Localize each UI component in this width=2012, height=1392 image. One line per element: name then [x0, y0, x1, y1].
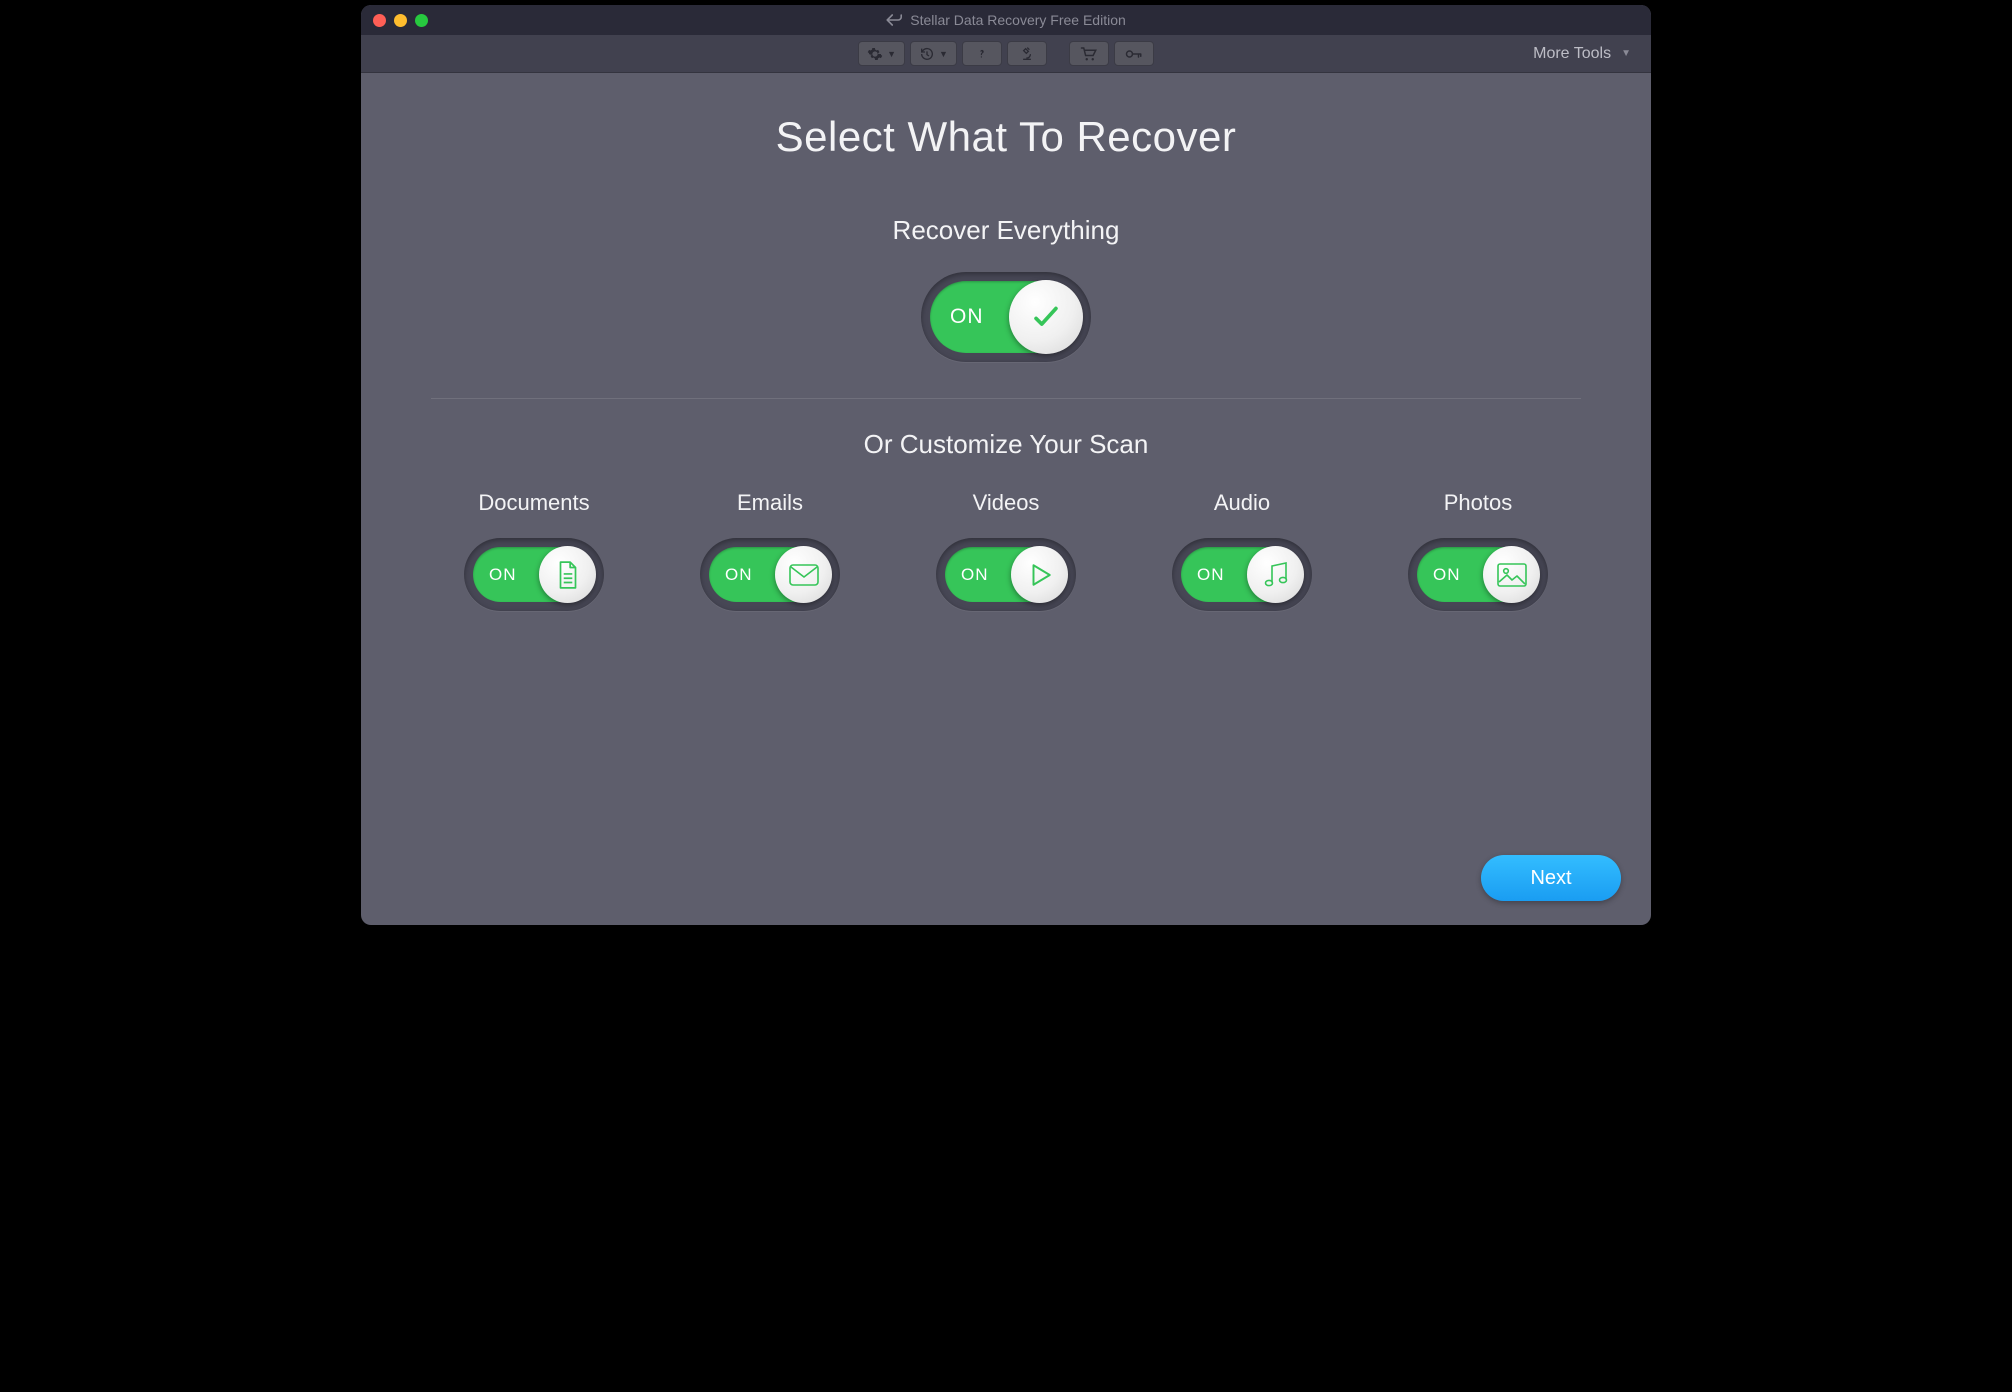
recover-everything-toggle[interactable]: ON [921, 272, 1091, 362]
gear-icon [867, 46, 883, 62]
toolbar-group-main: ▼ ▼ [858, 41, 1047, 66]
category-photos: Photos ON [1365, 490, 1591, 611]
image-icon [1496, 562, 1528, 588]
history-icon [919, 46, 935, 62]
close-window-button[interactable] [373, 14, 386, 27]
key-icon [1125, 46, 1143, 62]
category-label-documents: Documents [478, 490, 589, 516]
category-label-photos: Photos [1444, 490, 1513, 516]
category-documents: Documents ON [421, 490, 647, 611]
zoom-window-button[interactable] [415, 14, 428, 27]
photos-toggle[interactable]: ON [1408, 538, 1548, 611]
envelope-icon [788, 563, 820, 587]
next-button[interactable]: Next [1481, 855, 1621, 901]
titlebar: Stellar Data Recovery Free Edition [361, 5, 1651, 35]
main-content: Select What To Recover Recover Everythin… [361, 73, 1651, 925]
category-videos: Videos ON [893, 490, 1119, 611]
category-label-videos: Videos [973, 490, 1040, 516]
traffic-lights [373, 14, 428, 27]
document-icon [555, 560, 581, 590]
toggle-on-label: ON [1433, 565, 1461, 585]
divider [431, 398, 1581, 399]
more-tools-label: More Tools [1533, 45, 1611, 63]
category-row: Documents ON Emails [421, 490, 1591, 611]
music-note-icon [1262, 560, 1290, 590]
app-window: Stellar Data Recovery Free Edition ▼ ▼ [361, 5, 1651, 925]
videos-toggle[interactable]: ON [936, 538, 1076, 611]
category-audio: Audio ON [1129, 490, 1355, 611]
customize-scan-label: Or Customize Your Scan [411, 429, 1601, 460]
audio-toggle[interactable]: ON [1172, 538, 1312, 611]
toggle-on-label: ON [1197, 565, 1225, 585]
toggle-on-label: ON [961, 565, 989, 585]
play-icon [1027, 561, 1053, 589]
check-icon [1029, 300, 1063, 334]
page-title: Select What To Recover [411, 113, 1601, 161]
microscope-icon [1019, 46, 1035, 62]
window-title: Stellar Data Recovery Free Edition [886, 12, 1126, 28]
category-label-audio: Audio [1214, 490, 1270, 516]
category-emails: Emails ON [657, 490, 883, 611]
toolbar: ▼ ▼ [361, 35, 1651, 73]
history-button[interactable]: ▼ [910, 41, 957, 66]
toggle-on-label: ON [489, 565, 517, 585]
chevron-down-icon: ▼ [1621, 48, 1631, 59]
microscope-button[interactable] [1007, 41, 1047, 66]
window-title-text: Stellar Data Recovery Free Edition [910, 12, 1126, 28]
minimize-window-button[interactable] [394, 14, 407, 27]
question-icon [975, 46, 989, 62]
cart-button[interactable] [1069, 41, 1109, 66]
documents-toggle[interactable]: ON [464, 538, 604, 611]
toggle-on-label: ON [950, 305, 984, 329]
dropdown-caret-icon: ▼ [887, 49, 896, 59]
help-button[interactable] [962, 41, 1002, 66]
dropdown-caret-icon: ▼ [939, 49, 948, 59]
activate-button[interactable] [1114, 41, 1154, 66]
toolbar-group-store [1069, 41, 1154, 66]
more-tools-menu[interactable]: More Tools ▼ [1533, 35, 1631, 72]
cart-icon [1080, 46, 1098, 62]
category-label-emails: Emails [737, 490, 803, 516]
back-arrow-icon [886, 13, 902, 27]
toggle-on-label: ON [725, 565, 753, 585]
emails-toggle[interactable]: ON [700, 538, 840, 611]
settings-button[interactable]: ▼ [858, 41, 905, 66]
recover-everything-label: Recover Everything [411, 215, 1601, 246]
